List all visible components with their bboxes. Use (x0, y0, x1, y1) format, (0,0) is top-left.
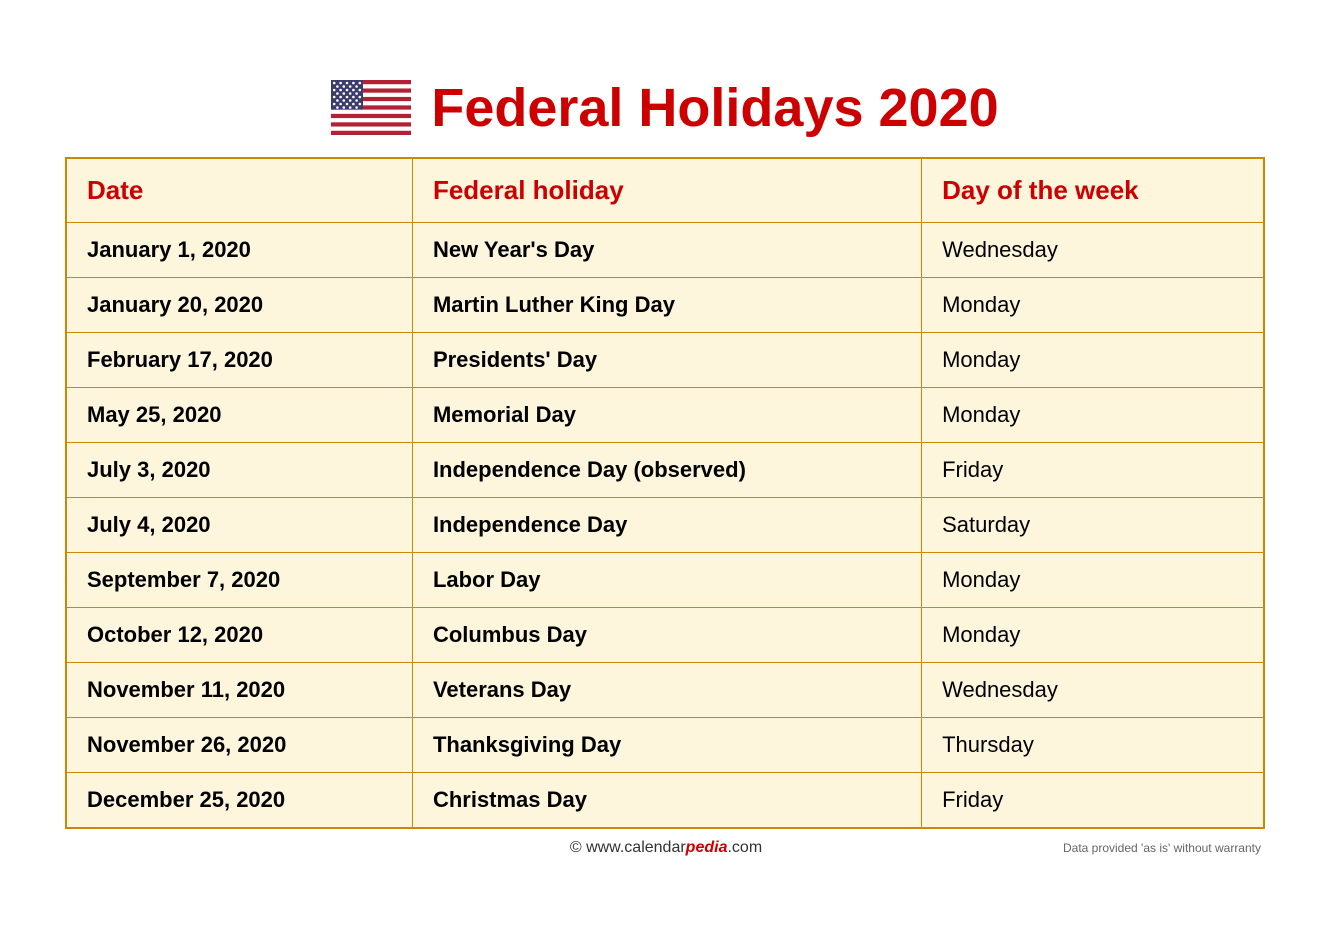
cell-day: Monday (922, 607, 1264, 662)
col-header-date: Date (66, 158, 412, 223)
table-row: January 1, 2020New Year's DayWednesday (66, 222, 1264, 277)
cell-day: Wednesday (922, 662, 1264, 717)
cell-day: Monday (922, 277, 1264, 332)
cell-holiday: Columbus Day (412, 607, 921, 662)
cell-date: September 7, 2020 (66, 552, 412, 607)
table-row: July 3, 2020Independence Day (observed)F… (66, 442, 1264, 497)
table-row: November 26, 2020Thanksgiving DayThursda… (66, 717, 1264, 772)
cell-holiday: Presidents' Day (412, 332, 921, 387)
table-row: February 17, 2020Presidents' DayMonday (66, 332, 1264, 387)
footer-copyright: © www.calendarpedia.com (269, 839, 1063, 857)
cell-holiday: Veterans Day (412, 662, 921, 717)
cell-date: January 20, 2020 (66, 277, 412, 332)
cell-holiday: New Year's Day (412, 222, 921, 277)
cell-holiday: Memorial Day (412, 387, 921, 442)
cell-holiday: Christmas Day (412, 772, 921, 828)
cell-day: Saturday (922, 497, 1264, 552)
table-row: July 4, 2020Independence DaySaturday (66, 497, 1264, 552)
table-row: November 11, 2020Veterans DayWednesday (66, 662, 1264, 717)
cell-date: July 4, 2020 (66, 497, 412, 552)
table-row: October 12, 2020Columbus DayMonday (66, 607, 1264, 662)
cell-holiday: Independence Day (observed) (412, 442, 921, 497)
us-flag-icon (331, 80, 411, 135)
header: Federal Holidays 2020 (65, 77, 1265, 139)
cell-date: November 26, 2020 (66, 717, 412, 772)
cell-day: Monday (922, 387, 1264, 442)
footer-domain: pedia (686, 839, 728, 856)
cell-holiday: Thanksgiving Day (412, 717, 921, 772)
cell-holiday: Labor Day (412, 552, 921, 607)
cell-holiday: Independence Day (412, 497, 921, 552)
col-header-day: Day of the week (922, 158, 1264, 223)
page-title: Federal Holidays 2020 (431, 77, 998, 139)
table-row: May 25, 2020Memorial DayMonday (66, 387, 1264, 442)
cell-date: December 25, 2020 (66, 772, 412, 828)
footer-disclaimer: Data provided 'as is' without warranty (1063, 841, 1261, 855)
cell-date: October 12, 2020 (66, 607, 412, 662)
cell-day: Friday (922, 772, 1264, 828)
cell-day: Thursday (922, 717, 1264, 772)
cell-holiday: Martin Luther King Day (412, 277, 921, 332)
cell-date: November 11, 2020 (66, 662, 412, 717)
cell-day: Wednesday (922, 222, 1264, 277)
cell-date: July 3, 2020 (66, 442, 412, 497)
table-row: December 25, 2020Christmas DayFriday (66, 772, 1264, 828)
table-row: January 20, 2020Martin Luther King DayMo… (66, 277, 1264, 332)
cell-date: February 17, 2020 (66, 332, 412, 387)
col-header-holiday: Federal holiday (412, 158, 921, 223)
page-wrapper: Federal Holidays 2020 Date Federal holid… (35, 57, 1295, 887)
table-header-row: Date Federal holiday Day of the week (66, 158, 1264, 223)
cell-day: Friday (922, 442, 1264, 497)
cell-date: January 1, 2020 (66, 222, 412, 277)
footer: © www.calendarpedia.com Data provided 'a… (65, 839, 1265, 857)
cell-day: Monday (922, 332, 1264, 387)
holidays-table: Date Federal holiday Day of the week Jan… (65, 157, 1265, 829)
cell-day: Monday (922, 552, 1264, 607)
cell-date: May 25, 2020 (66, 387, 412, 442)
table-row: September 7, 2020Labor DayMonday (66, 552, 1264, 607)
